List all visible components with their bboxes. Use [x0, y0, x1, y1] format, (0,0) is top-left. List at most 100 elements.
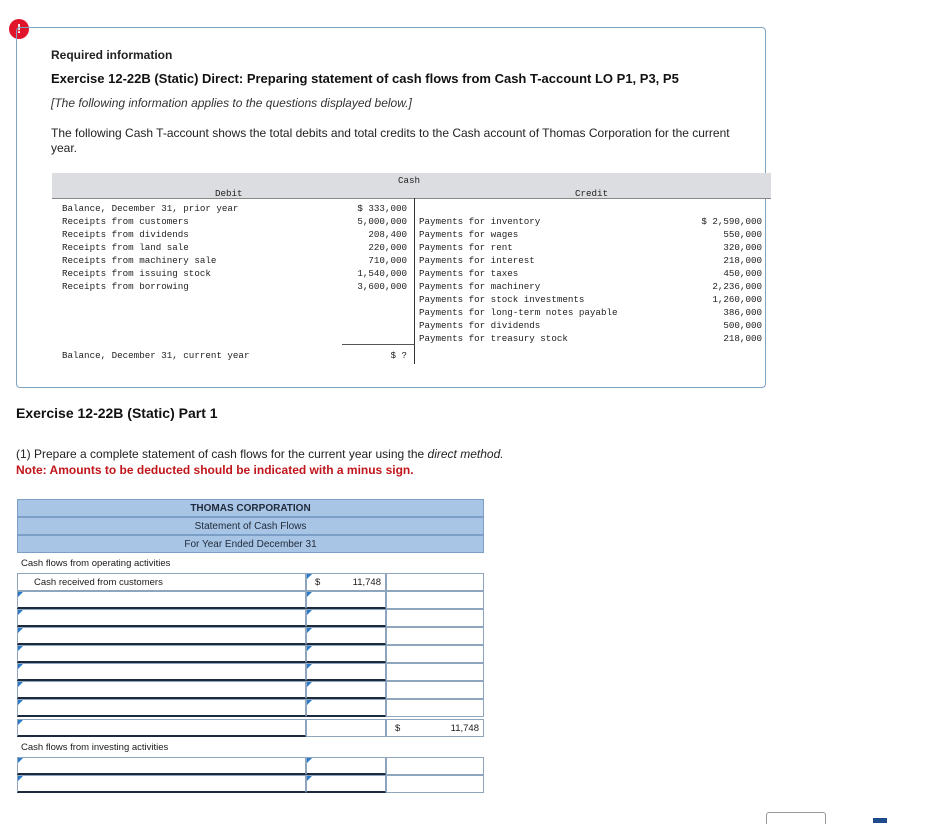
statement-row	[17, 775, 484, 793]
investing-heading: Cash flows from investing activities	[21, 742, 169, 753]
statement-title: Statement of Cash Flows	[17, 517, 484, 535]
amount-input[interactable]	[306, 609, 386, 627]
operating-heading-row: Cash flows from operating activities	[17, 555, 484, 573]
statement-row	[17, 663, 484, 681]
debit-amount: 3,600,000	[357, 281, 407, 292]
debit-label: Balance, December 31, prior year	[62, 203, 239, 214]
customers-amount-input[interactable]: $ 11,748	[306, 573, 386, 591]
operating-total-amount: 11,748	[450, 723, 479, 734]
part-title: Exercise 12-22B (Static) Part 1	[16, 405, 218, 421]
line-item-select[interactable]	[17, 609, 306, 627]
credit-label: Payments for taxes	[419, 268, 519, 279]
amount-input[interactable]	[306, 699, 386, 717]
answer-marker-icon	[18, 682, 23, 687]
answer-marker-icon	[18, 646, 23, 651]
applies-note: [The following information applies to th…	[51, 96, 412, 110]
answer-marker-icon	[18, 664, 23, 669]
dollar-sign: $	[395, 723, 401, 734]
total-column-cell	[386, 591, 484, 609]
operating-total-label-select[interactable]	[17, 719, 306, 737]
answer-marker-icon	[18, 628, 23, 633]
credit-label: Payments for rent	[419, 242, 513, 253]
credit-label: Payments for interest	[419, 255, 535, 266]
debit-label: Receipts from land sale	[62, 242, 189, 253]
answer-marker-icon	[18, 776, 23, 781]
minus-sign-note: Note: Amounts to be deducted should be i…	[16, 463, 414, 477]
grid-icon[interactable]	[873, 818, 887, 823]
subtotal-column-cell	[306, 719, 386, 737]
ending-balance-amount: $ ?	[390, 350, 407, 361]
total-column-cell	[386, 627, 484, 645]
line-item-select[interactable]	[17, 591, 306, 609]
credit-label: Payments for inventory	[419, 216, 541, 227]
answer-marker-icon	[18, 758, 23, 763]
amount-input[interactable]	[306, 681, 386, 699]
total-column-cell	[386, 573, 484, 591]
line-item-select[interactable]	[17, 775, 306, 793]
debit-amount: 1,540,000	[357, 268, 407, 279]
answer-marker-icon	[18, 700, 23, 705]
t-account-divider	[52, 198, 771, 199]
exercise-title: Exercise 12-22B (Static) Direct: Prepari…	[51, 71, 679, 86]
investing-heading-row: Cash flows from investing activities	[17, 739, 484, 757]
t-account-title: Cash	[398, 175, 421, 186]
credit-label: Payments for treasury stock	[419, 333, 568, 344]
statement-row	[17, 681, 484, 699]
dollar-sign: $	[315, 577, 321, 588]
debit-label: Receipts from issuing stock	[62, 268, 211, 279]
statement-row: Cash received from customers $ 11,748	[17, 573, 484, 591]
credit-amount: 2,236,000	[712, 281, 762, 292]
answer-marker-icon	[307, 776, 312, 781]
line-item-select[interactable]	[17, 757, 306, 775]
answer-marker-icon	[307, 592, 312, 597]
credit-amount: 218,000	[723, 333, 762, 344]
amount-input[interactable]	[306, 591, 386, 609]
statement-row	[17, 645, 484, 663]
statement-of-cash-flows: THOMAS CORPORATION Statement of Cash Flo…	[17, 499, 484, 797]
operating-total-cell: $ 11,748	[386, 719, 484, 737]
line-item-select[interactable]	[17, 663, 306, 681]
answer-marker-icon	[307, 682, 312, 687]
required-information-label: Required information	[51, 48, 173, 62]
amount-input[interactable]	[306, 663, 386, 681]
answer-marker-icon	[307, 664, 312, 669]
credit-amount: 550,000	[723, 229, 762, 240]
amount-input[interactable]	[306, 645, 386, 663]
total-column-cell	[386, 699, 484, 717]
answer-marker-icon	[307, 574, 312, 579]
credit-label: Payments for wages	[419, 229, 519, 240]
credit-amount: 450,000	[723, 268, 762, 279]
ending-balance-label: Balance, December 31, current year	[62, 350, 250, 361]
company-name: THOMAS CORPORATION	[17, 499, 484, 517]
total-column-cell	[386, 681, 484, 699]
answer-marker-icon	[307, 628, 312, 633]
debit-amount: 710,000	[368, 255, 407, 266]
line-item-select[interactable]	[17, 681, 306, 699]
answer-marker-icon	[18, 592, 23, 597]
amount-input[interactable]	[306, 757, 386, 775]
credit-amount: 1,260,000	[712, 294, 762, 305]
answer-marker-icon	[307, 610, 312, 615]
ending-balance-underline	[342, 344, 414, 345]
answer-marker-icon	[307, 646, 312, 651]
amount-input[interactable]	[306, 627, 386, 645]
instruction-text: (1) Prepare a complete statement of cash…	[16, 447, 428, 461]
line-item-select[interactable]	[17, 645, 306, 663]
line-item-select[interactable]	[17, 627, 306, 645]
page-select-control[interactable]	[766, 812, 826, 824]
debit-amount: 220,000	[368, 242, 407, 253]
credit-label: Payments for dividends	[419, 320, 541, 331]
statement-period: For Year Ended December 31	[17, 535, 484, 553]
debit-amount: $ 333,000	[357, 203, 407, 214]
total-column-cell	[386, 645, 484, 663]
instruction: (1) Prepare a complete statement of cash…	[16, 447, 504, 461]
amount-input[interactable]	[306, 775, 386, 793]
instruction-method: direct method.	[427, 447, 504, 461]
credit-label: Payments for machinery	[419, 281, 541, 292]
customers-label: Cash received from customers	[17, 573, 306, 591]
operating-heading: Cash flows from operating activities	[21, 558, 171, 569]
line-item-select[interactable]	[17, 699, 306, 717]
answer-marker-icon	[307, 700, 312, 705]
debit-amount: 208,400	[368, 229, 407, 240]
customers-amount: 11,748	[352, 577, 381, 588]
